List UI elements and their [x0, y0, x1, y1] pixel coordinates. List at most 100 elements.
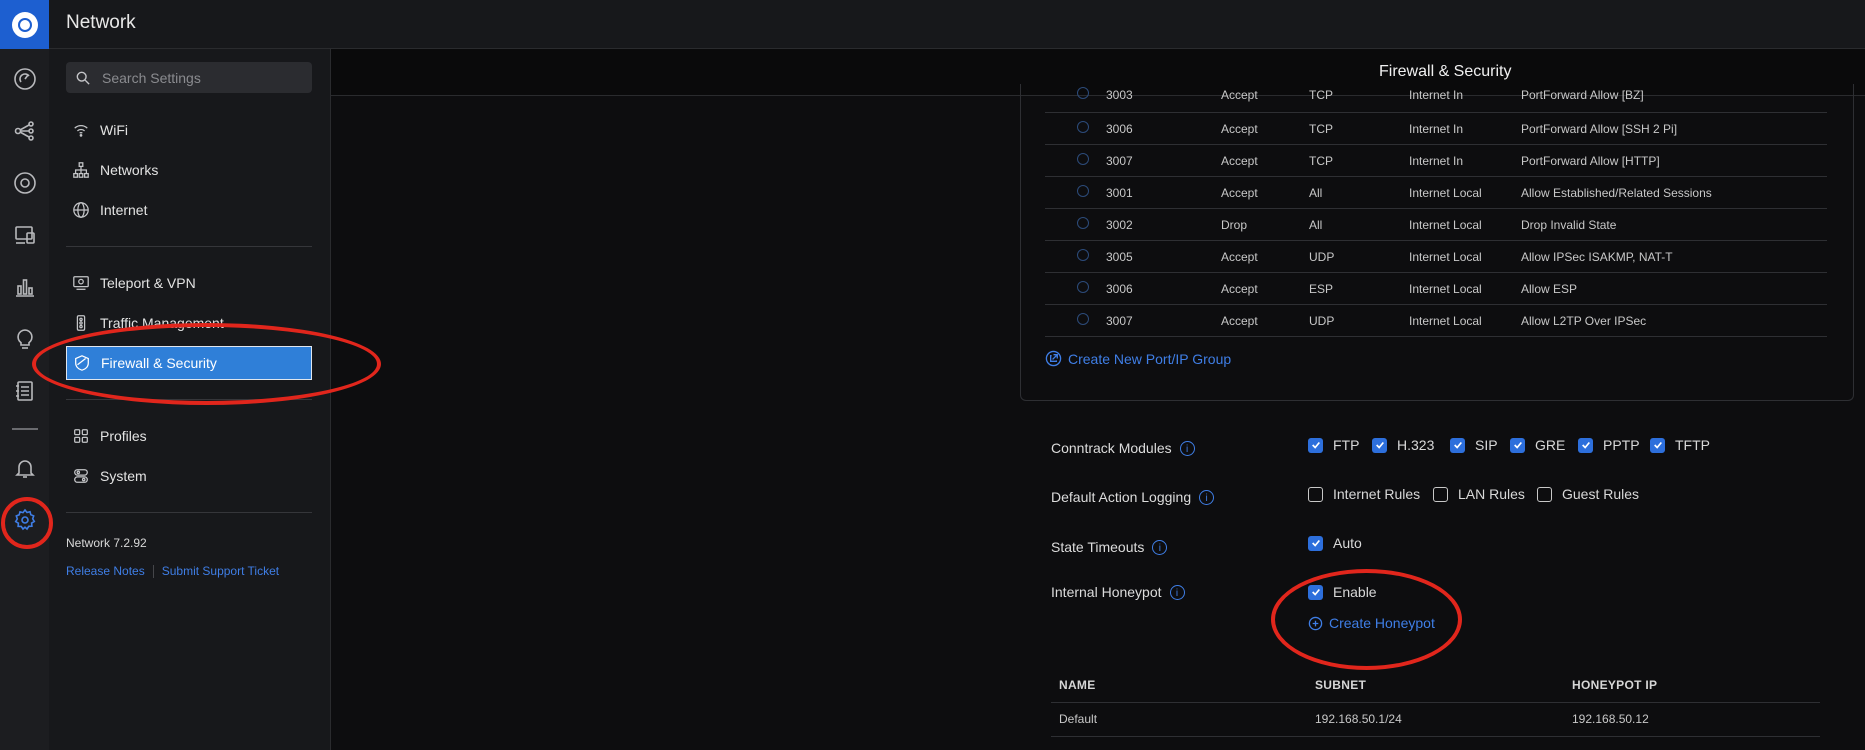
honeypot-subnet-cell: 192.168.50.1/24 — [1315, 712, 1402, 726]
rule-type-cell: Internet Local — [1409, 186, 1482, 200]
rule-id-cell: 3007 — [1106, 154, 1133, 168]
info-icon[interactable]: i — [1199, 489, 1215, 505]
option-checkbox[interactable]: PPTP — [1578, 437, 1640, 453]
table-row[interactable]: 3001 Accept All Internet Local Allow Establi… — [1045, 176, 1827, 209]
rule-action-cell: Accept — [1221, 250, 1258, 264]
traffic-icon — [76, 315, 86, 331]
rule-action-cell: Accept — [1221, 154, 1258, 168]
checkbox-label: Guest Rules — [1562, 486, 1640, 502]
sidebar-item-label: Networks — [100, 162, 159, 178]
state-timeouts-text: State Timeouts — [1051, 539, 1145, 555]
ubiquiti-logo-icon[interactable] — [0, 0, 49, 49]
honeypot-table-header: NAME SUBNET HONEYPOT IP — [1051, 668, 1820, 703]
auto-label: Auto — [1333, 535, 1362, 551]
rule-status-icon — [1077, 249, 1089, 261]
rule-id-cell: 3006 — [1106, 122, 1133, 136]
link-separator — [152, 564, 154, 578]
checkbox-checked — [1308, 584, 1323, 600]
option-checkbox[interactable]: FTP — [1308, 437, 1359, 453]
table-row[interactable]: 3007 Accept UDP Internet Local Allow L2TP Ov… — [1045, 304, 1827, 337]
rule-id-cell: 3007 — [1106, 314, 1133, 328]
search-icon — [76, 71, 90, 85]
info-icon[interactable]: i — [1169, 584, 1185, 600]
sidebar-item-label: Traffic Management — [100, 315, 224, 331]
table-row[interactable]: 3006 Accept ESP Internet Local Allow ESP — [1045, 272, 1827, 305]
option-checkbox[interactable]: Internet Rules — [1308, 486, 1420, 502]
table-row[interactable]: 3006 Accept TCP Internet In PortForward Allo… — [1045, 112, 1827, 145]
client-devices-icon[interactable] — [12, 222, 38, 248]
topology-icon[interactable] — [12, 118, 38, 144]
table-row[interactable]: 3003 Accept TCP Internet In PortForward Allo… — [1045, 84, 1827, 113]
checkbox-checked — [1308, 437, 1323, 453]
rule-type-cell: Internet Local — [1409, 218, 1482, 232]
sidebar-item-firewall-security[interactable]: Firewall & Security — [66, 346, 312, 380]
checkbox-checked — [1308, 535, 1323, 551]
vpn-icon — [73, 276, 89, 290]
sidebar-item-profiles[interactable]: Profiles — [66, 419, 312, 453]
rule-name-cell: Drop Invalid State — [1521, 218, 1617, 232]
checkbox-label: FTP — [1333, 437, 1360, 453]
sidebar-item-networks[interactable]: Networks — [66, 153, 312, 187]
rule-protocol-cell: UDP — [1309, 314, 1335, 328]
settings-icon[interactable] — [12, 507, 38, 533]
checkbox-unchecked — [1433, 486, 1448, 502]
shield-icon — [75, 355, 89, 371]
table-row[interactable]: 3002 Drop All Internet Local Drop Invalid St… — [1045, 208, 1827, 241]
info-icon[interactable]: i — [1179, 440, 1195, 456]
rule-protocol-cell: All — [1309, 186, 1323, 200]
honeypot-enable-checkbox[interactable]: Enable — [1308, 584, 1377, 600]
logs-icon[interactable] — [12, 378, 38, 404]
rule-id-cell: 3002 — [1106, 218, 1133, 232]
rule-action-cell: Drop — [1221, 218, 1248, 232]
option-checkbox[interactable]: SIP — [1450, 437, 1498, 453]
rule-name-cell: PortForward Allow [SSH 2 Pi] — [1521, 122, 1678, 136]
alerts-icon[interactable] — [12, 455, 38, 481]
checkbox-unchecked — [1537, 486, 1552, 502]
devices-icon[interactable] — [12, 170, 38, 196]
settings-sidebar: WiFi Networks Internet Teleport & VPN Tr… — [49, 49, 331, 750]
sidebar-item-internet[interactable]: Internet — [66, 193, 312, 227]
option-checkbox[interactable]: H.323 — [1372, 437, 1434, 453]
dashboard-icon[interactable] — [12, 66, 38, 92]
create-port-ip-group-link[interactable]: Create New Port/IP Group — [1045, 350, 1231, 367]
statistics-icon[interactable] — [12, 274, 38, 300]
insights-icon[interactable] — [12, 326, 38, 352]
rule-type-cell: Internet Local — [1409, 314, 1482, 328]
rule-action-cell: Accept — [1221, 88, 1258, 102]
info-icon[interactable]: i — [1152, 539, 1168, 555]
rule-status-icon — [1077, 87, 1089, 99]
option-checkbox[interactable]: LAN Rules — [1433, 486, 1525, 502]
rule-status-icon — [1077, 185, 1089, 197]
profiles-icon — [74, 429, 88, 443]
create-honeypot-link[interactable]: Create Honeypot — [1308, 615, 1435, 631]
column-header-honeypot-ip: HONEYPOT IP — [1572, 678, 1658, 692]
sidebar-item-wifi[interactable]: WiFi — [66, 113, 312, 147]
option-checkbox[interactable]: GRE — [1510, 437, 1565, 453]
sidebar-item-system[interactable]: System — [66, 459, 312, 493]
sidebar-item-traffic-management[interactable]: Traffic Management — [66, 306, 312, 340]
sidebar-item-teleport-vpn[interactable]: Teleport & VPN — [66, 266, 312, 300]
search-input[interactable] — [100, 68, 304, 87]
sidebar-divider — [66, 512, 312, 513]
table-row[interactable]: 3007 Accept TCP Internet In PortForward Allo… — [1045, 144, 1827, 177]
rule-protocol-cell: All — [1309, 218, 1323, 232]
option-checkbox[interactable]: Guest Rules — [1537, 486, 1639, 502]
rule-protocol-cell: TCP — [1309, 122, 1333, 136]
checkbox-checked — [1578, 437, 1593, 453]
rule-action-cell: Accept — [1221, 122, 1258, 136]
rule-id-cell: 3001 — [1106, 186, 1133, 200]
checkbox-checked — [1372, 437, 1387, 453]
support-ticket-link[interactable]: Submit Support Ticket — [162, 564, 279, 578]
option-checkbox[interactable]: TFTP — [1650, 437, 1710, 453]
table-row[interactable]: 3005 Accept UDP Internet Local Allow IPSec I… — [1045, 240, 1827, 273]
checkbox-label: H.323 — [1397, 437, 1435, 453]
table-row[interactable]: Default 192.168.50.1/24 192.168.50.12 — [1051, 702, 1820, 737]
rule-type-cell: Internet In — [1409, 122, 1464, 136]
rule-type-cell: Internet In — [1409, 154, 1464, 168]
rule-action-cell: Accept — [1221, 186, 1258, 200]
rule-type-cell: Internet Local — [1409, 282, 1482, 296]
release-notes-link[interactable]: Release Notes — [66, 564, 145, 578]
honeypot-ip-cell: 192.168.50.12 — [1572, 712, 1649, 726]
search-box[interactable] — [66, 62, 312, 93]
auto-checkbox[interactable]: Auto — [1308, 535, 1362, 551]
